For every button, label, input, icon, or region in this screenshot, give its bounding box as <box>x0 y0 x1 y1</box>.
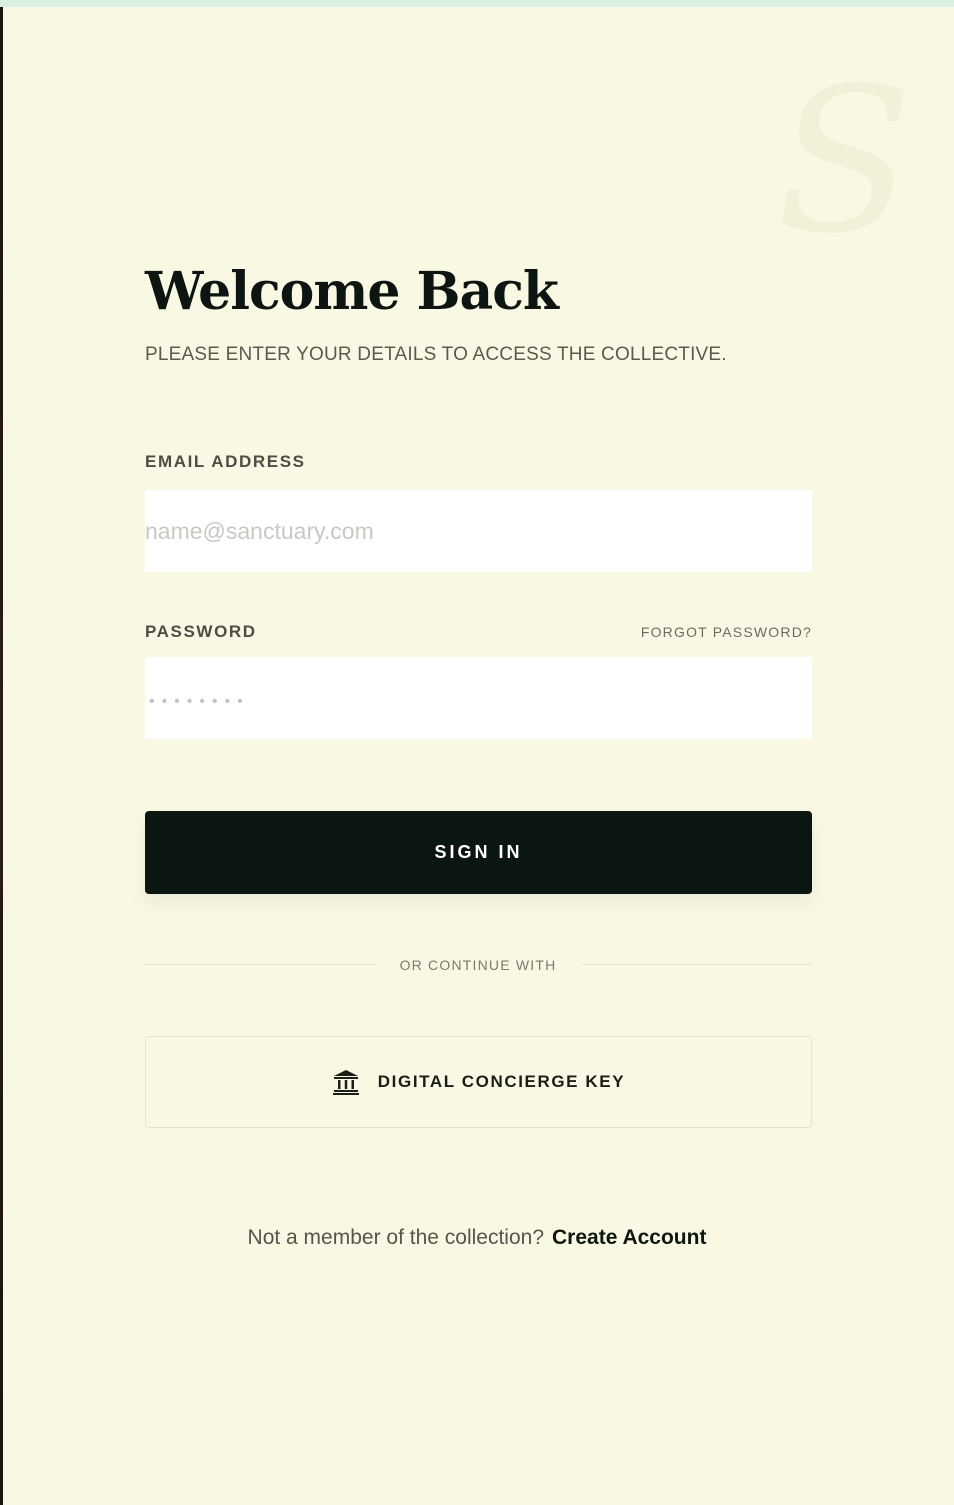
signup-prompt-row: Not a member of the collection? Create Ac… <box>0 1225 954 1251</box>
signup-prompt-text: Not a member of the collection? <box>247 1226 545 1249</box>
digital-concierge-key-button[interactable]: DIGITAL CONCIERGE KEY <box>145 1036 812 1128</box>
brand-watermark: S <box>776 45 914 278</box>
divider-line-left <box>145 964 375 965</box>
email-field[interactable] <box>145 490 812 572</box>
password-label: PASSWORD <box>145 622 257 641</box>
bank-icon <box>332 1070 359 1095</box>
page-subtitle: PLEASE ENTER YOUR DETAILS TO ACCESS THE … <box>145 344 727 365</box>
divider-text: OR CONTINUE WITH <box>399 957 557 973</box>
page-title: Welcome Back <box>145 261 559 322</box>
forgot-password-link[interactable]: FORGOT PASSWORD? <box>641 623 812 641</box>
create-account-link[interactable]: Create Account <box>552 1226 706 1249</box>
concierge-button-label: DIGITAL CONCIERGE KEY <box>377 1072 626 1091</box>
window-top-strip <box>0 0 954 7</box>
sign-in-button[interactable]: SIGN IN <box>145 811 812 894</box>
email-label: EMAIL ADDRESS <box>145 452 306 471</box>
divider-line-right <box>582 964 812 965</box>
password-field[interactable] <box>145 657 812 739</box>
